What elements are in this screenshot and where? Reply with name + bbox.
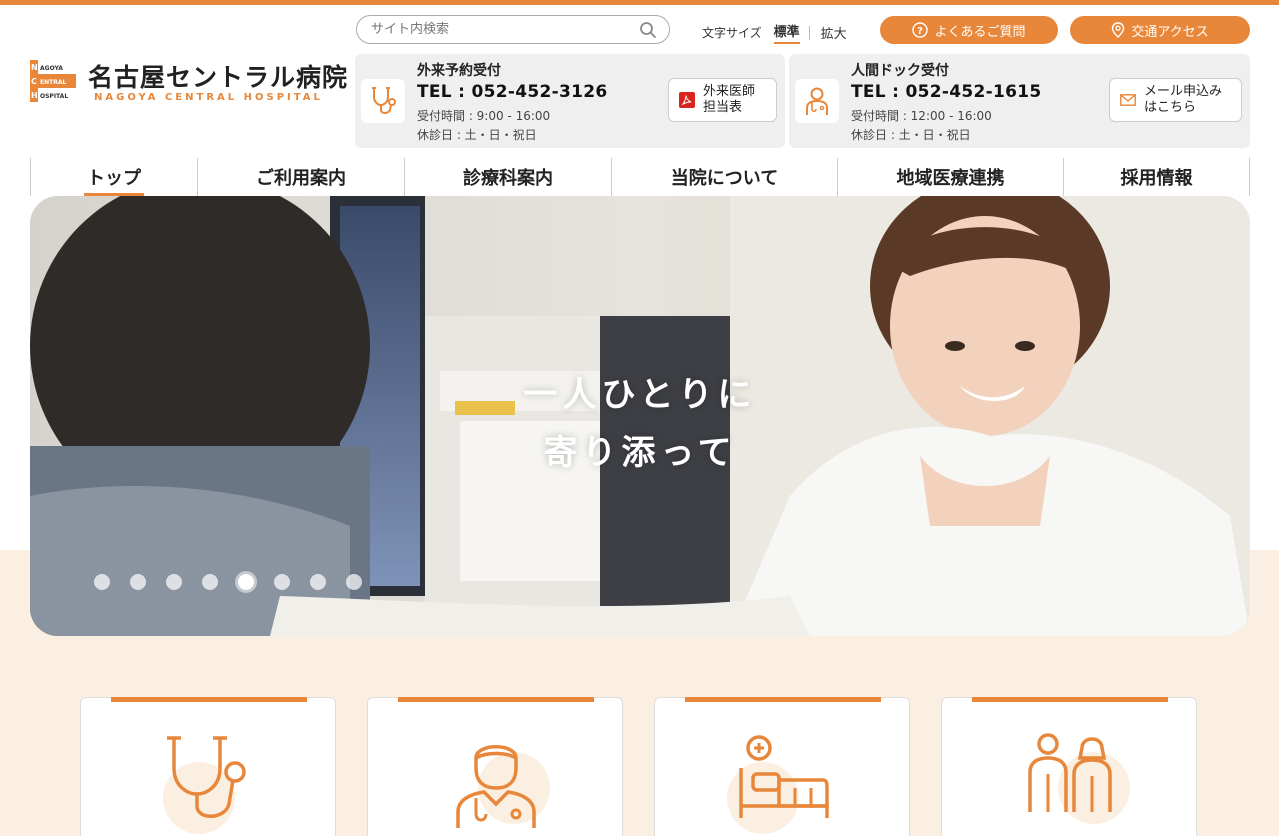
stethoscope-icon — [163, 736, 246, 834]
search-input[interactable] — [371, 19, 631, 39]
health-check-closed-days: 休診日 : 土・日・祝日 — [851, 128, 971, 142]
slide-dot-6[interactable] — [274, 574, 290, 590]
question-icon: ? — [912, 22, 929, 38]
outpatient-hours: 受付時間 : 9:00 - 16:00 — [417, 109, 551, 123]
hero-slideshow[interactable]: 一人ひとりに 寄り添って — [30, 196, 1250, 636]
font-size-label: 文字サイズ — [702, 26, 762, 40]
outpatient-reservation-box: 外来予約受付 TEL : 052-452-3126 受付時間 : 9:00 - … — [355, 54, 785, 148]
nav-item-top[interactable]: トップ — [30, 158, 197, 196]
mail-application-button[interactable]: メール申込み はこちら — [1109, 78, 1242, 122]
health-check-reservation-box: 人間ドック受付 TEL : 052-452-1615 受付時間 : 12:00 … — [789, 54, 1250, 148]
slide-dot-8[interactable] — [346, 574, 362, 590]
slide-indicators — [94, 574, 382, 590]
health-check-hours: 受付時間 : 12:00 - 16:00 — [851, 109, 992, 123]
hero-caption-line2: 寄り添って — [543, 433, 737, 473]
schedule-button-line2: 担当表 — [703, 100, 743, 115]
mail-icon — [1120, 94, 1136, 106]
hero-caption-line1: 一人ひとりに — [523, 375, 757, 415]
nav-item-recruit[interactable]: 採用情報 — [1063, 158, 1250, 196]
card-doctors[interactable] — [367, 697, 623, 836]
schedule-button-line1: 外来医師 — [703, 84, 756, 99]
svg-text:H: H — [31, 91, 38, 100]
svg-text:?: ? — [918, 26, 924, 37]
slide-dot-4[interactable] — [202, 574, 218, 590]
stethoscope-icon — [361, 79, 405, 123]
font-size-standard-button[interactable]: 標準 — [773, 21, 800, 44]
slide-dot-2[interactable] — [130, 574, 146, 590]
outpatient-tel[interactable]: TEL : 052-452-3126 — [417, 82, 607, 102]
mail-button-line2: はこちら — [1144, 100, 1197, 115]
faq-button[interactable]: ? よくあるご質問 — [880, 16, 1058, 44]
card-accent-bar — [685, 697, 881, 702]
svg-text:ENTRAL: ENTRAL — [40, 79, 66, 86]
doctor-person-icon — [795, 79, 839, 123]
card-health-check[interactable] — [941, 697, 1197, 836]
outpatient-title: 外来予約受付 — [417, 63, 501, 79]
card-accent-bar — [972, 697, 1168, 702]
faq-button-label: よくあるご質問 — [934, 24, 1026, 40]
hospital-bed-icon — [727, 735, 829, 834]
health-check-title: 人間ドック受付 — [851, 63, 949, 79]
nav-item-community[interactable]: 地域医療連携 — [837, 158, 1063, 196]
global-nav: トップ ご利用案内 診療科案内 当院について 地域医療連携 採用情報 — [30, 158, 1250, 196]
svg-text:OSPITAL: OSPITAL — [40, 93, 68, 100]
nav-item-about[interactable]: 当院について — [611, 158, 837, 196]
outpatient-doctor-schedule-button[interactable]: 外来医師 担当表 — [668, 78, 777, 122]
doctor-icon — [456, 745, 550, 828]
hero-caption: 一人ひとりに 寄り添って — [490, 366, 790, 482]
svg-text:AGOYA: AGOYA — [40, 65, 63, 72]
card-accent-bar — [111, 697, 307, 702]
site-logo[interactable]: AGOYA ENTRAL OSPITAL N C H 名古屋セントラル病院 NA… — [30, 58, 347, 106]
nav-item-guide[interactable]: ご利用案内 — [197, 158, 404, 196]
slide-dot-3[interactable] — [166, 574, 182, 590]
svg-text:C: C — [31, 77, 37, 86]
site-search[interactable] — [356, 15, 670, 44]
outpatient-closed-days: 休診日 : 土・日・祝日 — [417, 128, 537, 142]
couple-icon — [1028, 733, 1130, 824]
card-outpatient[interactable] — [80, 697, 336, 836]
top-accent-bar — [0, 0, 1279, 5]
slide-dot-7[interactable] — [310, 574, 326, 590]
mail-button-line1: メール申込み — [1144, 84, 1223, 99]
nav-item-departments[interactable]: 診療科案内 — [404, 158, 611, 196]
map-pin-icon — [1112, 22, 1125, 38]
font-size-divider — [808, 25, 810, 40]
access-button-label: 交通アクセス — [1131, 24, 1209, 40]
logo-name-jp: 名古屋セントラル病院 — [88, 63, 349, 92]
access-button[interactable]: 交通アクセス — [1070, 16, 1250, 44]
font-size-switcher: 文字サイズ 標準 拡大 — [702, 21, 847, 44]
font-size-large-button[interactable]: 拡大 — [821, 23, 847, 42]
svg-text:N: N — [31, 63, 38, 72]
logo-name-en: NAGOYA CENTRAL HOSPITAL — [94, 92, 323, 103]
slide-dot-5[interactable] — [238, 574, 254, 590]
logo-mark-icon: AGOYA ENTRAL OSPITAL N C H — [30, 60, 76, 102]
card-inpatient[interactable] — [654, 697, 910, 836]
pdf-icon — [679, 92, 695, 108]
search-icon[interactable] — [639, 21, 657, 39]
slide-dot-1[interactable] — [94, 574, 110, 590]
card-accent-bar — [398, 697, 594, 702]
health-check-tel[interactable]: TEL : 052-452-1615 — [851, 82, 1041, 102]
